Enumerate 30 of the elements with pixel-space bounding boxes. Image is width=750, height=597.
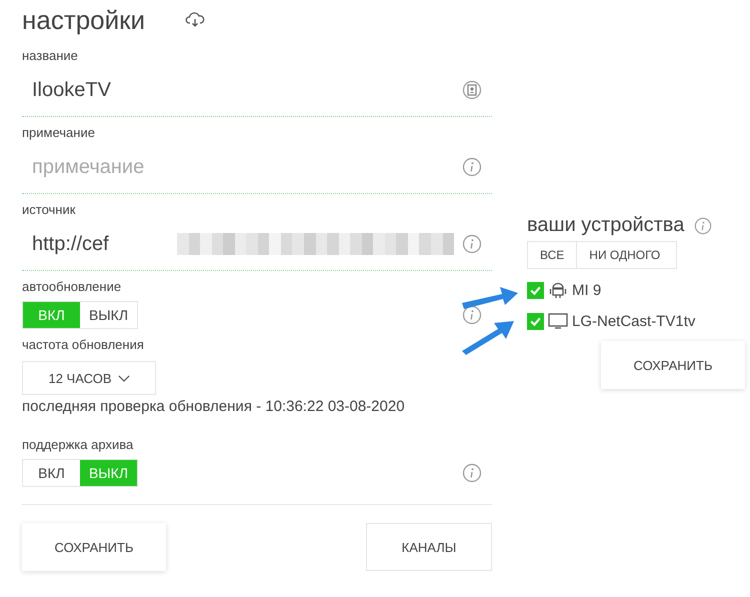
checkbox[interactable]: [527, 312, 544, 330]
page-title: настройки: [22, 4, 146, 36]
info-icon: [694, 216, 712, 234]
cloud-download-icon[interactable]: [185, 12, 206, 28]
device-name: MI 9: [572, 282, 602, 298]
frequency-dropdown[interactable]: 12 ЧАСОВ: [22, 361, 156, 395]
monitor-icon: [548, 312, 568, 330]
robot-icon: [548, 281, 568, 299]
field-label: название: [22, 48, 79, 64]
last-check-text: последняя проверка обновления - 10:36:22 03-08-2020: [22, 398, 406, 415]
field-label: примечание: [22, 125, 96, 141]
field-label: источник: [22, 202, 76, 218]
channels-button[interactable]: КАНАЛЫ: [366, 523, 492, 571]
info-icon: [462, 234, 482, 254]
input-field[interactable]: http://cef: [32, 232, 177, 256]
input-field[interactable]: IlookeTV: [32, 78, 452, 102]
save-button[interactable]: СОХРАНИТЬ: [601, 341, 745, 389]
save-button[interactable]: СОХРАНИТЬ: [22, 523, 166, 571]
field-label: автообновление: [22, 279, 122, 295]
contact-card-icon: [462, 80, 482, 100]
panel-title: ваши устройства: [527, 214, 684, 237]
info-icon: [462, 157, 482, 177]
caret-icon: [118, 374, 130, 382]
info-icon: [462, 305, 482, 325]
info-icon: [462, 463, 482, 483]
field-label: поддержка архива: [22, 437, 134, 453]
input-field[interactable]: примечание: [32, 156, 452, 178]
field-label: частота обновления: [22, 337, 145, 353]
device-name: LG-NetCast-TV1tv: [572, 312, 696, 330]
checkbox[interactable]: [527, 282, 544, 298]
